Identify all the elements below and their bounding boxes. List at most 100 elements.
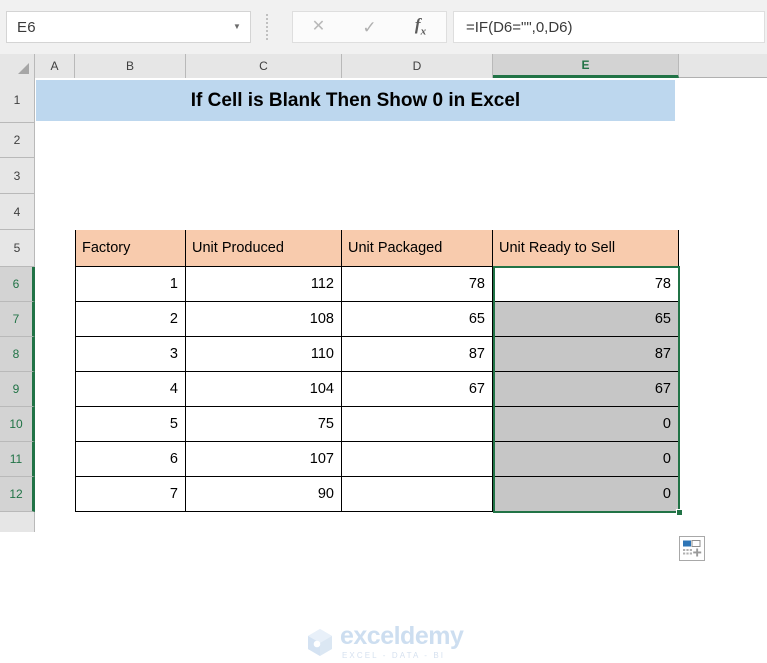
autofill-options-icon — [683, 540, 702, 557]
row-header-9[interactable]: 9 — [0, 372, 35, 407]
cell-e12[interactable]: 0 — [493, 477, 679, 512]
cell-c6[interactable]: 112 — [186, 267, 342, 302]
row-header-6-label: 6 — [12, 277, 20, 291]
cell-e7[interactable]: 65 — [493, 302, 679, 337]
column-header-a[interactable]: A — [35, 54, 75, 78]
cell-c8-value: 110 — [310, 346, 334, 362]
cell-b6-value: 1 — [169, 276, 178, 292]
row-header-4[interactable]: 4 — [0, 194, 35, 230]
insert-function-icon[interactable]: fx — [395, 16, 446, 37]
table-header-unit-ready-to-sell: Unit Ready to Sell — [493, 230, 679, 267]
fill-handle[interactable] — [676, 509, 683, 516]
cell-c9[interactable]: 104 — [186, 372, 342, 407]
column-header-d[interactable]: D — [342, 54, 493, 78]
cell-d6-value: 78 — [468, 276, 485, 292]
autofill-options-button[interactable] — [679, 536, 705, 561]
cell-d9[interactable]: 67 — [342, 372, 493, 407]
cell-c11[interactable]: 107 — [186, 442, 342, 477]
cell-d7[interactable]: 65 — [342, 302, 493, 337]
watermark-tagline: EXCEL - DATA - BI — [342, 651, 446, 660]
row-header-5[interactable]: 5 — [0, 230, 35, 267]
row-header-2[interactable]: 2 — [0, 123, 35, 158]
cell-d7-value: 65 — [468, 311, 485, 327]
cell-d11[interactable] — [342, 442, 493, 477]
enter-icon[interactable]: ✓ — [344, 19, 395, 36]
column-header-e[interactable]: E — [493, 54, 679, 78]
formula-text: =IF(D6="",0,D6) — [466, 18, 573, 36]
cell-c10-value: 75 — [317, 416, 334, 432]
cell-e6-value: 78 — [654, 276, 671, 292]
column-header-e-label: E — [581, 57, 590, 72]
column-header-b[interactable]: B — [75, 54, 186, 78]
cell-b9-value: 4 — [169, 381, 178, 397]
cell-c11-value: 107 — [309, 451, 334, 467]
column-header-c[interactable]: C — [186, 54, 342, 78]
row-header-1[interactable]: 1 — [0, 78, 35, 123]
row-header-9-label: 9 — [12, 382, 20, 396]
cell-c6-value: 112 — [310, 276, 334, 292]
row-header-3[interactable]: 3 — [0, 158, 35, 194]
cell-c7[interactable]: 108 — [186, 302, 342, 337]
exceldemy-watermark: exceldemy EXCEL - DATA - BI — [305, 621, 485, 663]
cell-e11[interactable]: 0 — [493, 442, 679, 477]
cell-b8-value: 3 — [169, 346, 178, 362]
cell-c10[interactable]: 75 — [186, 407, 342, 442]
row-header-11[interactable]: 11 — [0, 442, 35, 477]
cell-b8[interactable]: 3 — [75, 337, 186, 372]
cell-e6[interactable]: 78 — [493, 267, 679, 302]
watermark-text: exceldemy EXCEL - DATA - BI — [340, 622, 464, 660]
toolbar-divider — [266, 14, 269, 40]
cell-b10[interactable]: 5 — [75, 407, 186, 442]
spreadsheet-grid: A B C D E 1 2 3 4 5 6 7 8 9 10 11 12 If … — [0, 54, 767, 660]
column-header-a-label: A — [50, 59, 59, 73]
row-header-11-label: 11 — [9, 452, 23, 466]
cell-d12[interactable] — [342, 477, 493, 512]
cell-c8[interactable]: 110 — [186, 337, 342, 372]
formula-input[interactable]: =IF(D6="",0,D6) — [453, 11, 765, 43]
cell-b6[interactable]: 1 — [75, 267, 186, 302]
cell-d6[interactable]: 78 — [342, 267, 493, 302]
watermark-brand: exceldemy — [340, 622, 464, 650]
cell-e9[interactable]: 67 — [493, 372, 679, 407]
cell-e8[interactable]: 87 — [493, 337, 679, 372]
select-all-corner[interactable] — [0, 54, 35, 78]
cell-b12-value: 7 — [169, 486, 178, 502]
formula-action-buttons: ✕ ✓ fx — [292, 11, 447, 43]
table-header-unit-produced-label: Unit Produced — [192, 240, 284, 256]
table-header-unit-packaged-label: Unit Packaged — [348, 240, 443, 256]
row-header-4-label: 4 — [13, 204, 21, 219]
cell-b10-value: 5 — [169, 416, 178, 432]
row-header-10-label: 10 — [9, 417, 23, 431]
row-header-8[interactable]: 8 — [0, 337, 35, 372]
row-header-8-label: 8 — [12, 347, 20, 361]
row-header-6[interactable]: 6 — [0, 267, 35, 302]
column-header-c-label: C — [259, 59, 268, 73]
column-header-b-label: B — [125, 59, 134, 73]
row-header-12[interactable]: 12 — [0, 477, 35, 512]
cell-b11[interactable]: 6 — [75, 442, 186, 477]
cell-b9[interactable]: 4 — [75, 372, 186, 407]
cell-b7[interactable]: 2 — [75, 302, 186, 337]
cell-e12-value: 0 — [662, 486, 671, 502]
cell-e10-value: 0 — [662, 416, 671, 432]
page-title-text: If Cell is Blank Then Show 0 in Excel — [190, 89, 521, 111]
cell-e9-value: 67 — [654, 381, 671, 397]
chevron-down-icon[interactable]: ▼ — [224, 23, 250, 31]
cell-d10[interactable] — [342, 407, 493, 442]
row-header-7[interactable]: 7 — [0, 302, 35, 337]
row-header-13[interactable] — [0, 512, 35, 532]
row-header-10[interactable]: 10 — [0, 407, 35, 442]
table-header-unit-produced: Unit Produced — [186, 230, 342, 267]
row-header-7-label: 7 — [12, 312, 20, 326]
cell-e10[interactable]: 0 — [493, 407, 679, 442]
row-header-5-label: 5 — [13, 241, 21, 255]
cell-d8[interactable]: 87 — [342, 337, 493, 372]
page-title: If Cell is Blank Then Show 0 in Excel — [36, 80, 675, 121]
table-header-unit-ready-to-sell-label: Unit Ready to Sell — [499, 240, 616, 256]
cell-b12[interactable]: 7 — [75, 477, 186, 512]
row-header-1-label: 1 — [13, 93, 21, 107]
cell-c12[interactable]: 90 — [186, 477, 342, 512]
cancel-icon[interactable]: ✕ — [293, 19, 344, 35]
column-header-d-label: D — [412, 59, 422, 73]
name-box[interactable]: E6 ▼ — [6, 11, 251, 43]
